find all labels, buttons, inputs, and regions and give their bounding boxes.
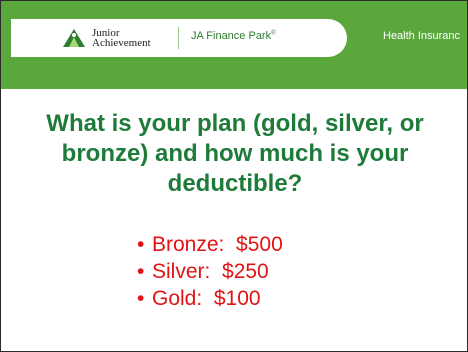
logo-line-2: Achievement [92,37,151,49]
slide: Junior Achievement JA Finance Park® Heal… [0,0,468,352]
plan-options-list: • Bronze: $500 • Silver: $250 • Gold: $1… [137,231,283,312]
plan-option-silver: • Silver: $250 [137,258,283,285]
logo-wordmark: Junior Achievement [92,28,151,49]
plan-option-bronze: • Bronze: $500 [137,231,283,258]
program-name-text: JA Finance Park [191,30,272,42]
registered-mark: ® [271,30,276,37]
bullet: • [137,233,145,256]
plan-option-label: Bronze: $500 [152,233,283,256]
plan-option-label: Gold: $100 [152,287,261,310]
section-label: Health Insuranc [383,30,461,42]
question-heading: What is your plan (gold, silver, or bron… [46,110,424,197]
plan-option-gold: • Gold: $100 [137,285,283,312]
ja-logo-icon [63,29,85,47]
bullet: • [137,287,145,310]
program-name: JA Finance Park® [191,30,276,42]
plan-option-label: Silver: $250 [152,260,269,283]
bullet: • [137,260,145,283]
header-divider [178,27,179,49]
junior-achievement-logo: Junior Achievement [62,28,151,49]
